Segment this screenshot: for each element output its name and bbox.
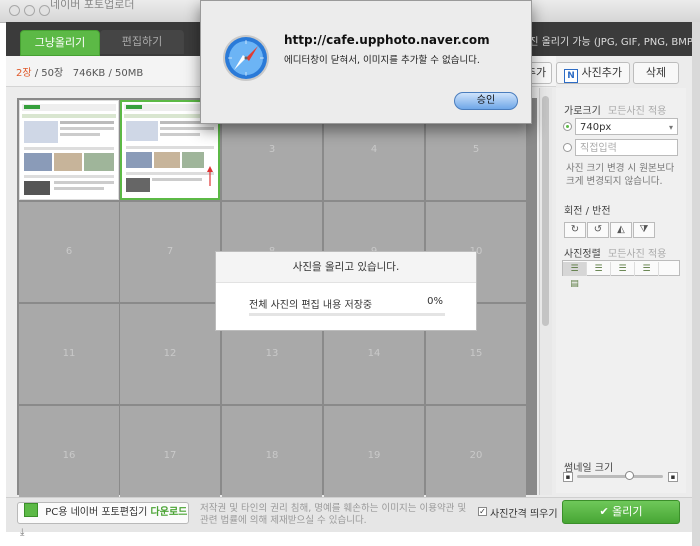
grid-slot[interactable]: 17 <box>120 406 220 506</box>
dialog-message: 에디터창이 닫혀서, 이미지를 추가할 수 없습니다. <box>284 55 480 66</box>
width-select[interactable]: 740px ▾ <box>575 118 678 135</box>
grid-slot[interactable]: 16 <box>19 406 119 506</box>
size-current: 746KB <box>72 68 106 79</box>
width-direct-input[interactable]: 직접입력 <box>575 139 678 156</box>
dialog-title: http://cafe.upphoto.naver.com <box>284 33 490 47</box>
grid-slot[interactable]: 18 <box>222 406 322 506</box>
align-thumb-icon[interactable]: ▤ <box>563 277 586 291</box>
width-direct-radio[interactable] <box>563 143 572 152</box>
chevron-down-icon: ▾ <box>668 123 673 132</box>
tab-simple-upload[interactable]: 그냥올리기 <box>20 30 100 56</box>
align-button-group: ☰ ☰ ☰ ☰▤ <box>562 260 680 289</box>
photo-count: 2장 / 50장 746KB / 50MB <box>16 64 143 79</box>
align-label-text: 사진정렬 <box>564 249 601 260</box>
width-label-text: 가로크기 <box>564 106 601 117</box>
grid-slot[interactable]: 19 <box>324 406 424 506</box>
thumb-small-icon[interactable]: ▪ <box>563 472 573 482</box>
photo-editor-icon <box>24 503 38 517</box>
download-label: 다운로드 <box>150 507 188 518</box>
scrollbar-thumb[interactable] <box>542 96 549 326</box>
thumb-large-icon[interactable]: ▪ <box>668 472 678 482</box>
slider-knob[interactable] <box>625 471 634 480</box>
pc-editor-label: PC용 네이버 포토편집기 <box>45 507 148 518</box>
check-icon: ✔ <box>599 505 609 518</box>
rotate-left-icon[interactable]: ↺ <box>587 222 609 238</box>
size-max: / 50MB <box>108 68 144 79</box>
spacing-checkbox[interactable]: ✓ <box>478 507 487 516</box>
supported-formats-text: 사진 올리기 가능 (JPG, GIF, PNG, BMP) <box>520 37 697 48</box>
naver-n-icon: N <box>564 69 578 83</box>
spacing-label: 사진간격 띄우기 <box>490 509 558 520</box>
app-window: 네이버 포토업로더 그냥올리기 편집하기 사진 올리기 가능 (JPG, GIF… <box>0 0 700 546</box>
width-label: 가로크기 모든사진 적용 <box>564 102 666 117</box>
window-title: 네이버 포토업로더 <box>50 0 135 11</box>
delete-button[interactable]: 삭제 <box>633 62 679 84</box>
legal-notice: 저작권 및 타인의 권리 침해, 명예를 훼손하는 이미지는 이용약관 및 관련… <box>200 503 467 526</box>
photo-count-max: / 50장 <box>34 68 64 79</box>
align-label: 사진정렬 모든사진 적용 <box>564 245 666 260</box>
progress-title: 사진을 올리고 있습니다. <box>216 252 476 283</box>
upload-label: 올리기 <box>612 505 643 518</box>
grid-slot[interactable]: 7 <box>120 202 220 302</box>
pc-editor-download-button[interactable]: PC용 네이버 포토편집기 다운로드 ⤓ <box>17 502 189 538</box>
tab-edit[interactable]: 편집하기 <box>100 30 184 54</box>
window-right-edge <box>692 22 700 546</box>
upload-button[interactable]: ✔ 올리기 <box>562 500 680 524</box>
alert-dialog: http://cafe.upphoto.naver.com 에디터창이 닫혀서,… <box>200 0 532 124</box>
photo-thumbnail-1[interactable] <box>19 100 119 200</box>
photo-count-current: 2장 <box>16 68 32 79</box>
align-apply-all[interactable]: 모든사진 적용 <box>608 249 666 260</box>
minimize-window-button[interactable] <box>24 5 35 16</box>
progress-label: 전체 사진의 편집 내용 저장중 <box>249 300 373 311</box>
rotate-right-icon[interactable]: ↻ <box>564 222 586 238</box>
width-preset-radio[interactable] <box>563 122 572 131</box>
grid-slot[interactable]: 6 <box>19 202 119 302</box>
rotate-label: 회전 / 반전 <box>564 206 611 217</box>
align-justify-icon[interactable]: ☰ <box>635 262 659 276</box>
zoom-window-button[interactable] <box>39 5 50 16</box>
align-right-icon[interactable]: ☰ <box>611 262 635 276</box>
align-center-icon[interactable]: ☰ <box>587 262 611 276</box>
flip-vertical-icon[interactable]: ⧩ <box>633 222 655 238</box>
close-window-button[interactable] <box>9 5 20 16</box>
ok-button[interactable]: 승인 <box>454 92 518 110</box>
progress-percent: 0% <box>427 296 443 307</box>
grid-slot[interactable]: 11 <box>19 304 119 404</box>
upload-progress-dialog: 사진을 올리고 있습니다. 전체 사진의 편집 내용 저장중 0% <box>215 251 477 331</box>
align-left-icon[interactable]: ☰ <box>563 262 587 276</box>
webpage-screenshot-image <box>22 104 116 195</box>
grid-slot[interactable]: 12 <box>120 304 220 404</box>
flip-horizontal-icon[interactable]: ◭ <box>610 222 632 238</box>
grid-scrollbar[interactable] <box>539 88 552 495</box>
safari-compass-icon <box>223 35 269 81</box>
add-photo-button[interactable]: N 사진추가 <box>556 62 630 84</box>
width-apply-all[interactable]: 모든사진 적용 <box>608 106 666 117</box>
width-select-value: 740px <box>580 122 612 133</box>
progress-bar <box>249 313 445 316</box>
thumb-size-slider[interactable] <box>577 471 663 480</box>
add-photo-label: 사진추가 <box>581 66 622 79</box>
download-icon: ⤓ <box>20 527 25 538</box>
grid-slot[interactable]: 20 <box>426 406 526 506</box>
width-note: 사진 크기 변경 시 원본보다 크게 변경되지 않습니다. <box>566 163 675 187</box>
